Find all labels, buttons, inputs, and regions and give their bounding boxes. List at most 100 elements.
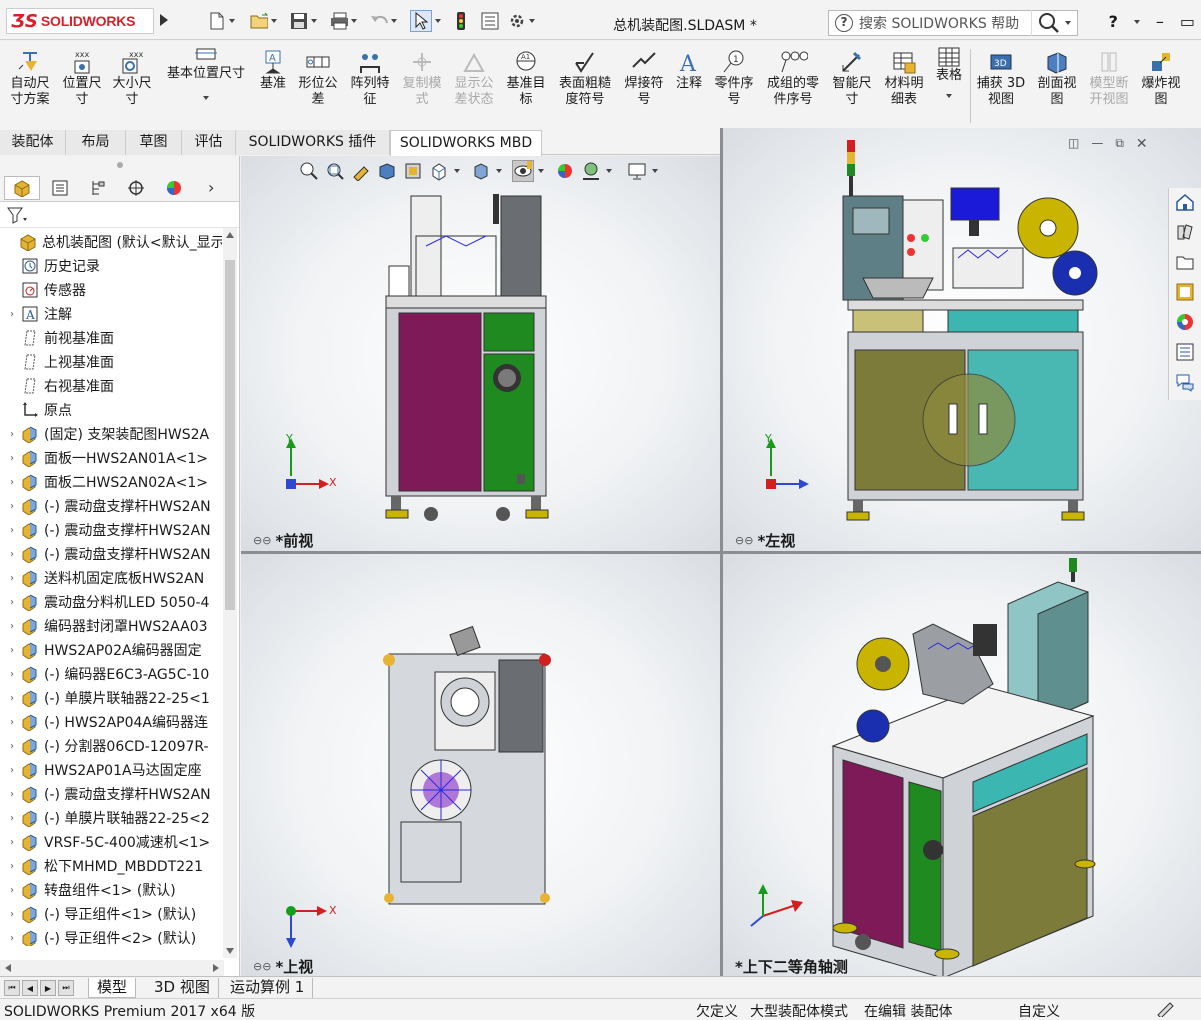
- weld-symbol-button[interactable]: 焊接符 号: [620, 45, 668, 108]
- view-orientation-icon[interactable]: [428, 160, 450, 182]
- tree-item[interactable]: › (-) 单膜片联轴器22-25<2: [0, 806, 222, 830]
- tree-item[interactable]: › (固定) 支架装配图HWS2A: [0, 422, 222, 446]
- copy-scheme-button[interactable]: 复制模 式: [398, 45, 446, 108]
- tree-item[interactable]: › (-) 编码器E6C3-AG5C-10: [0, 662, 222, 686]
- search-icon[interactable]: [1031, 10, 1065, 36]
- link-chain-icon[interactable]: ⊖⊖: [253, 534, 271, 547]
- tree-item[interactable]: › (-) 分割器06CD-12097R-: [0, 734, 222, 758]
- basic-location-dropdown-icon[interactable]: [203, 96, 209, 100]
- view-settings-monitor-icon[interactable]: [626, 160, 648, 182]
- tree-root-assembly[interactable]: 总机装配图 (默认<默认_显示: [0, 230, 222, 254]
- apply-scene-dropdown-icon[interactable]: [606, 169, 612, 173]
- datum-target-button[interactable]: A1 基准目 标: [502, 45, 550, 108]
- link-chain-icon[interactable]: ⊖⊖: [253, 960, 271, 973]
- custom-properties-icon[interactable]: [1173, 340, 1197, 364]
- viewport-top[interactable]: X ⊖⊖ *上视: [241, 554, 720, 976]
- tree-item[interactable]: › (-) 导正组件<1> (默认): [0, 902, 222, 926]
- tree-item[interactable]: › 面板二HWS2AN02A<1>: [0, 470, 222, 494]
- expand-arrow-icon[interactable]: ›: [4, 645, 20, 656]
- stacked-balloon-button[interactable]: 成组的零 件序号: [762, 45, 824, 108]
- solidworks-forum-icon[interactable]: [1173, 370, 1197, 394]
- view-orientation-dropdown-icon[interactable]: [454, 169, 460, 173]
- panel-tabs-next-icon[interactable]: ›: [208, 178, 214, 197]
- capture-3d-view-button[interactable]: 3D 捕获 3D 视图: [972, 45, 1030, 108]
- zoom-to-area-icon[interactable]: [324, 160, 346, 182]
- viewport-restore-icon[interactable]: ⧉: [1115, 136, 1124, 152]
- section-view-hud-icon[interactable]: [376, 160, 398, 182]
- size-dimension-button[interactable]: xxx 大小尺 寸: [108, 45, 156, 108]
- zoom-to-fit-icon[interactable]: [298, 160, 320, 182]
- display-style-icon[interactable]: [470, 160, 492, 182]
- first-tab-arrow-icon[interactable]: ⏮: [4, 980, 20, 996]
- tree-item[interactable]: › (-) 单膜片联轴器22-25<1: [0, 686, 222, 710]
- new-document-icon[interactable]: [208, 12, 226, 30]
- expand-arrow-icon[interactable]: ›: [4, 597, 20, 608]
- help-search-box[interactable]: ? 搜索 SOLIDWORKS 帮助: [828, 10, 1078, 36]
- tree-item[interactable]: › HWS2AP02A编码器固定: [0, 638, 222, 662]
- balloon-button[interactable]: 1 零件序 号: [710, 45, 758, 108]
- expand-arrow-icon[interactable]: ›: [4, 621, 20, 632]
- solidworks-logo[interactable]: ƷS SOLIDWORKS: [6, 8, 154, 34]
- tree-item[interactable]: › 震动盘分料机LED 5050-4: [0, 590, 222, 614]
- viewport-collapse-icon[interactable]: ◫: [1068, 136, 1079, 152]
- scroll-thumb[interactable]: [225, 260, 235, 610]
- table-dropdown-icon[interactable]: [946, 94, 952, 98]
- tab-layout[interactable]: 布局: [66, 130, 126, 155]
- auto-dimension-scheme-button[interactable]: 自动尺 寸方案: [4, 45, 56, 108]
- minimize-button[interactable]: –: [1156, 12, 1164, 31]
- expand-arrow-icon[interactable]: ›: [4, 549, 20, 560]
- apply-scene-icon[interactable]: [580, 160, 602, 182]
- table-button[interactable]: 表格: [930, 45, 968, 98]
- options-dropdown-icon[interactable]: [529, 19, 535, 23]
- section-view-button[interactable]: 剖面视 图: [1032, 45, 1082, 108]
- dynamic-annotation-views-icon[interactable]: [402, 160, 424, 182]
- units-custom[interactable]: 自定义: [1018, 1001, 1060, 1020]
- file-explorer-icon[interactable]: [1173, 250, 1197, 274]
- tree-item[interactable]: › VRSF-5C-400减速机<1>: [0, 830, 222, 854]
- view-settings-dropdown-icon[interactable]: [652, 169, 658, 173]
- select-dropdown-icon[interactable]: [435, 19, 441, 23]
- options-gear-icon[interactable]: [508, 12, 526, 30]
- select-cursor-icon[interactable]: [410, 10, 432, 32]
- display-manager-tab-icon[interactable]: [156, 176, 192, 200]
- prev-tab-arrow-icon[interactable]: ◀: [22, 980, 38, 996]
- feature-manager-tab-icon[interactable]: [4, 175, 40, 200]
- tree-item[interactable]: › (-) 震动盘支撑杆HWS2AN: [0, 494, 222, 518]
- tab-3d-views[interactable]: 3D 视图: [146, 978, 219, 998]
- panel-grip[interactable]: [0, 156, 239, 174]
- scroll-up-arrow-icon[interactable]: [226, 232, 234, 238]
- expand-arrow-icon[interactable]: ›: [4, 837, 20, 848]
- note-button[interactable]: A 注释: [670, 45, 708, 92]
- tab-motion-study[interactable]: 运动算例 1: [222, 978, 314, 998]
- view-palette-icon[interactable]: [1173, 280, 1197, 304]
- expand-arrow-icon[interactable]: ›: [4, 669, 20, 680]
- tree-item[interactable]: › 转盘组件<1> (默认): [0, 878, 222, 902]
- tree-item[interactable]: › 送料机固定底板HWS2AN: [0, 566, 222, 590]
- tree-item[interactable]: › (-) 震动盘支撑杆HWS2AN: [0, 518, 222, 542]
- broken-out-view-button[interactable]: 模型断 开视图: [1084, 45, 1134, 108]
- pattern-feature-button[interactable]: 阵列特 征: [344, 45, 396, 108]
- expand-arrow-icon[interactable]: ›: [4, 789, 20, 800]
- solidworks-resources-home-icon[interactable]: [1173, 190, 1197, 214]
- tree-item[interactable]: › (-) 震动盘支撑杆HWS2AN: [0, 782, 222, 806]
- undo-dropdown-icon[interactable]: [391, 19, 397, 23]
- bill-of-materials-button[interactable]: 材料明 细表: [880, 45, 928, 108]
- property-manager-tab-icon[interactable]: [42, 176, 78, 200]
- geometric-tolerance-button[interactable]: 形位公 差: [294, 45, 342, 108]
- help-menu-button[interactable]: ?: [1109, 12, 1118, 31]
- surface-finish-button[interactable]: 表面粗糙 度符号: [554, 45, 616, 108]
- tab-solidworks-addins[interactable]: SOLIDWORKS 插件: [236, 130, 390, 155]
- tree-item[interactable]: 传感器: [0, 278, 222, 302]
- viewport-minimize-icon[interactable]: —: [1091, 136, 1103, 152]
- save-icon[interactable]: [290, 12, 308, 30]
- tab-solidworks-mbd[interactable]: SOLIDWORKS MBD: [390, 130, 542, 156]
- menu-expand-arrow-icon[interactable]: [160, 14, 168, 26]
- tree-filter[interactable]: [0, 202, 239, 228]
- hide-show-dropdown-icon[interactable]: [538, 169, 544, 173]
- tree-horizontal-scrollbar[interactable]: [0, 960, 224, 976]
- new-dropdown-icon[interactable]: [229, 19, 235, 23]
- show-tolerance-status-button[interactable]: 显示公 差状态: [448, 45, 500, 108]
- link-chain-icon[interactable]: ⊖⊖: [735, 534, 753, 547]
- tree-item[interactable]: › 面板一HWS2AN01A<1>: [0, 446, 222, 470]
- basic-location-dimension-button[interactable]: 基本位置尺寸: [160, 45, 252, 100]
